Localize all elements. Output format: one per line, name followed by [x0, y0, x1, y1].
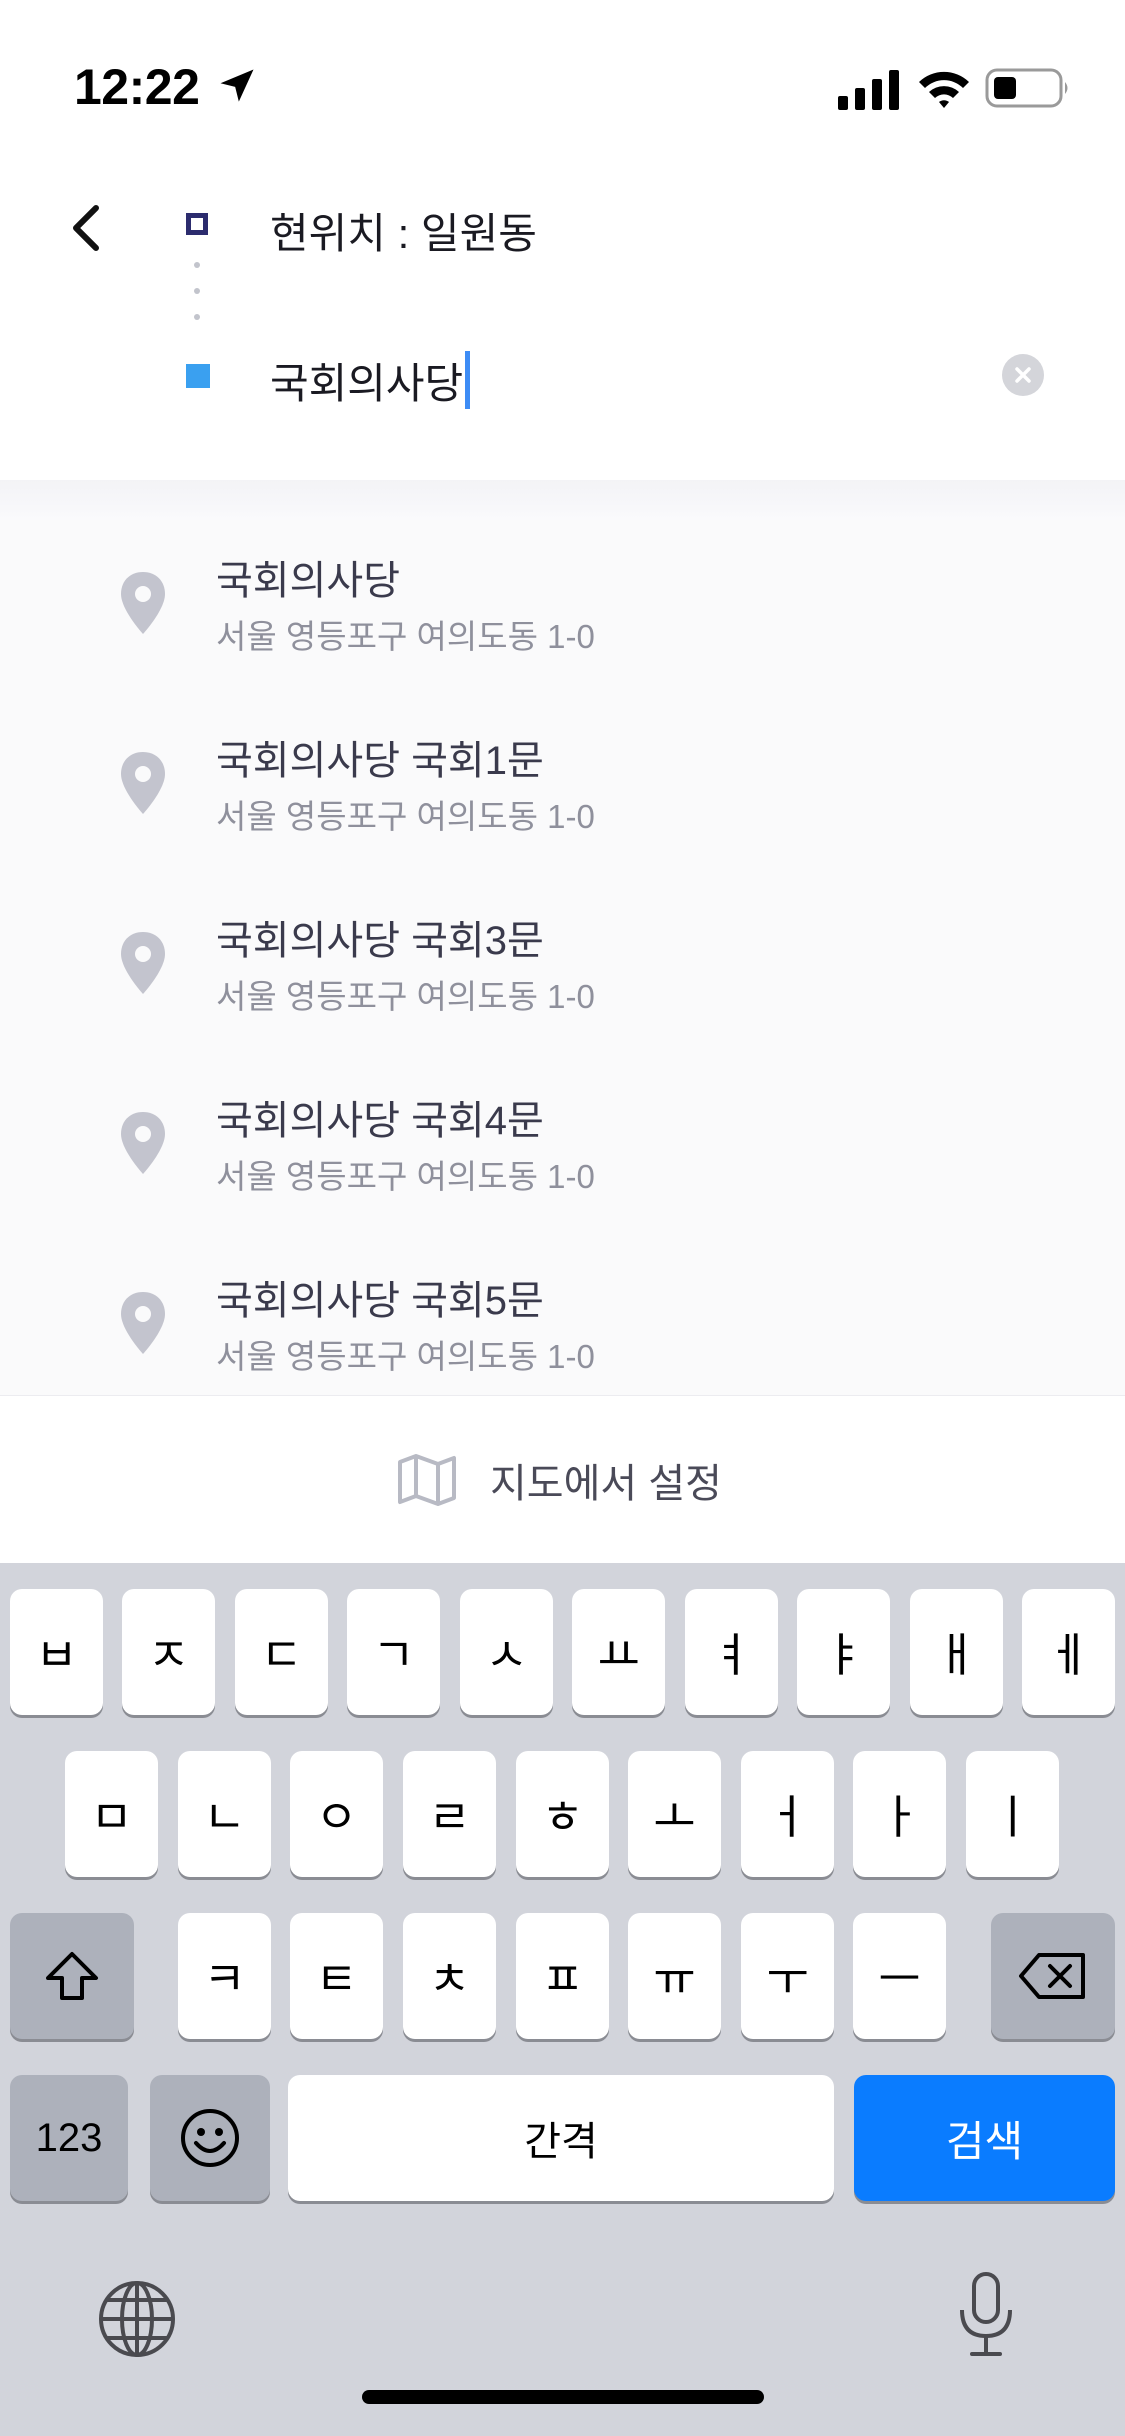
key[interactable]: ㅏ: [853, 1751, 946, 1877]
key[interactable]: ㅗ: [628, 1751, 721, 1877]
result-item[interactable]: 국회의사당 국회1문 서울 영등포구 여의도동 1-0: [0, 700, 1125, 880]
location-pin-icon: [121, 752, 165, 814]
location-pin-icon: [121, 1112, 165, 1174]
key[interactable]: ㅎ: [516, 1751, 609, 1877]
key[interactable]: ㅓ: [741, 1751, 834, 1877]
key[interactable]: ㅜ: [741, 1913, 834, 2039]
set-on-map-button[interactable]: 지도에서 설정: [396, 1450, 722, 1510]
destination-input-text: 국회의사당: [270, 359, 464, 407]
status-time: 12:22: [74, 59, 200, 115]
key[interactable]: ㅁ: [65, 1751, 158, 1877]
battery-icon: [985, 68, 1068, 108]
result-address: 서울 영등포구 여의도동 1-0: [216, 1158, 595, 1195]
key[interactable]: ㅊ: [403, 1913, 496, 2039]
result-address: 서울 영등포구 여의도동 1-0: [216, 618, 595, 655]
result-name: 국회의사당: [216, 559, 400, 603]
location-pin-icon: [121, 1292, 165, 1354]
delete-key[interactable]: [991, 1913, 1115, 2039]
key[interactable]: ㅅ: [460, 1589, 553, 1715]
result-item[interactable]: 국회의사당 서울 영등포구 여의도동 1-0: [0, 520, 1125, 700]
location-pin-icon: [121, 572, 165, 634]
result-address: 서울 영등포구 여의도동 1-0: [216, 798, 595, 835]
location-arrow-icon: [220, 69, 254, 102]
chevron-left-icon[interactable]: [62, 200, 112, 256]
key[interactable]: ㅡ: [853, 1913, 946, 2039]
key[interactable]: ㅌ: [290, 1913, 383, 2039]
text-caret: [465, 351, 471, 409]
result-item[interactable]: 국회의사당 국회5문 서울 영등포구 여의도동 1-0: [0, 1240, 1125, 1420]
key[interactable]: ㅕ: [685, 1589, 778, 1715]
route-connector: [194, 262, 200, 342]
key[interactable]: ㄷ: [235, 1589, 328, 1715]
key[interactable]: ㅔ: [1022, 1589, 1115, 1715]
key[interactable]: ㄹ: [403, 1751, 496, 1877]
key[interactable]: ㅇ: [290, 1751, 383, 1877]
wifi-icon: [919, 71, 969, 108]
key[interactable]: ㅛ: [572, 1589, 665, 1715]
key[interactable]: ㅂ: [10, 1589, 103, 1715]
map-setting-bar: 지도에서 설정: [0, 1395, 1125, 1564]
backspace-icon: [1019, 1953, 1085, 1999]
space-key[interactable]: 간격: [288, 2075, 834, 2201]
result-item[interactable]: 국회의사당 국회4문 서울 영등포구 여의도동 1-0: [0, 1060, 1125, 1240]
numbers-key[interactable]: 123: [10, 2075, 128, 2201]
result-name: 국회의사당 국회5문: [216, 1279, 544, 1323]
clear-icon: [1015, 367, 1031, 383]
key[interactable]: ㅑ: [797, 1589, 890, 1715]
header-divider: [0, 480, 1125, 520]
result-name: 국회의사당 국회1문: [216, 739, 544, 783]
destination-marker: [186, 364, 210, 388]
result-name: 국회의사당 국회3문: [216, 919, 544, 963]
clear-button[interactable]: [1002, 354, 1044, 396]
key[interactable]: ㅐ: [910, 1589, 1003, 1715]
origin-marker: [186, 213, 208, 235]
origin-field[interactable]: 현위치 : 일원동: [270, 200, 537, 261]
result-item[interactable]: 국회의사당 국회3문 서울 영등포구 여의도동 1-0: [0, 880, 1125, 1060]
key[interactable]: ㄴ: [178, 1751, 271, 1877]
emoji-key[interactable]: [150, 2075, 270, 2201]
globe-icon[interactable]: [96, 2278, 178, 2360]
result-address: 서울 영등포구 여의도동 1-0: [216, 978, 595, 1015]
search-key[interactable]: 검색: [854, 2075, 1115, 2201]
result-address: 서울 영등포구 여의도동 1-0: [216, 1338, 595, 1375]
key[interactable]: ㄱ: [347, 1589, 440, 1715]
cellular-signal-icon: [838, 70, 899, 110]
shift-icon: [46, 1952, 98, 2000]
key[interactable]: ㅣ: [966, 1751, 1059, 1877]
result-name: 국회의사당 국회4문: [216, 1099, 544, 1143]
shift-key[interactable]: [10, 1913, 134, 2039]
map-icon: [398, 1454, 456, 1506]
key[interactable]: ㅍ: [516, 1913, 609, 2039]
location-pin-icon: [121, 932, 165, 994]
key[interactable]: ㅠ: [628, 1913, 721, 2039]
search-results-list: 국회의사당 서울 영등포구 여의도동 1-0 국회의사당 국회1문 서울 영등포…: [0, 520, 1125, 1395]
destination-field[interactable]: 국회의사당: [270, 350, 471, 410]
home-indicator[interactable]: [362, 2390, 764, 2404]
set-on-map-label: 지도에서 설정: [490, 1462, 722, 1506]
emoji-icon: [181, 2109, 239, 2167]
key[interactable]: ㅈ: [122, 1589, 215, 1715]
key[interactable]: ㅋ: [178, 1913, 271, 2039]
microphone-icon[interactable]: [956, 2270, 1016, 2360]
